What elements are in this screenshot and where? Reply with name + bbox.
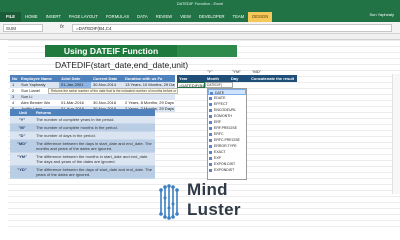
legend-header-unit: Unit <box>19 110 27 115</box>
employee-table-header: No Employee Name Joint Date Current Date… <box>10 75 175 82</box>
header-employee-name: Employee Name <box>21 76 52 81</box>
legend-description: The difference between the days in start… <box>36 141 152 151</box>
legend-row: "MD" The difference between the days in s… <box>10 140 155 153</box>
legend-unit: "YD" <box>17 167 27 172</box>
legend-unit: "MD" <box>16 141 27 146</box>
menu-item-data[interactable]: DATA <box>133 12 152 22</box>
vertical-scrollbar[interactable] <box>392 74 400 194</box>
header-month: Month <box>207 76 219 81</box>
legend-unit: "M" <box>18 125 26 130</box>
menu-item-review[interactable]: REVIEW <box>152 12 177 22</box>
legend-row: "D" The number of days in the period. <box>10 132 155 140</box>
header-joint-date: Joint Date <box>61 76 81 81</box>
window-title: DATEDIF Function - Excel <box>176 1 224 6</box>
unit-legend-table: Unit Returns "Y" The number of complete y… <box>10 109 155 179</box>
menu-item-file[interactable]: FILE <box>0 12 22 22</box>
legend-header: Unit Returns <box>10 109 155 116</box>
header-no: No <box>12 76 18 81</box>
menu-item-developer[interactable]: DEVELOPER <box>195 12 229 22</box>
legend-rows: "Y" The number of complete years in the p… <box>10 116 155 179</box>
legend-unit: "Y" <box>18 117 26 122</box>
legend-header-returns: Returns <box>36 110 52 115</box>
menu-item-team[interactable]: TEAM <box>229 12 249 22</box>
legend-unit: "YM" <box>17 154 27 159</box>
menu-item-insert[interactable]: INSERT <box>42 12 65 22</box>
formula-bar: SUM fx =DATEDIF(B4,C4 <box>0 22 400 34</box>
label-md: "MD" <box>252 69 262 74</box>
label-y: "Y" <box>207 69 213 74</box>
mind-luster-logo: Mind Luster <box>155 178 245 228</box>
function-autocomplete-list[interactable]: DATE EDATE EFFECT ENCODEURL EOMONTH ERF ERF.PR… <box>207 88 247 180</box>
header-duration: Duration with us Fo <box>125 76 163 81</box>
result-table-header: Year Month Day Concatenate the result <box>177 75 297 82</box>
fx-icon[interactable]: fx <box>60 24 64 30</box>
legend-row: "YD" The difference between the days of s… <box>10 166 155 179</box>
legend-row: "Y" The number of complete years in the p… <box>10 116 155 124</box>
brain-icon <box>159 184 179 220</box>
autocomplete-item[interactable]: EXPONDIST <box>208 167 246 173</box>
header-year: Year <box>179 76 188 81</box>
legend-description: The number of complete years in the peri… <box>36 117 115 122</box>
gridline <box>8 40 400 41</box>
active-cell[interactable]: =DATEDIF(B4,C4 <box>177 82 211 88</box>
label-ym: "YM" <box>232 69 241 74</box>
logo-text-mind: Mind <box>187 180 228 199</box>
gridline <box>8 58 400 59</box>
legend-description: The difference between the months in sta… <box>36 154 149 164</box>
header-day: Day <box>231 76 239 81</box>
menu-item-page-layout[interactable]: PAGE LAYOUT <box>65 12 102 22</box>
menu-item-design[interactable]: DESIGN <box>248 12 273 22</box>
header-concatenate: Concatenate the result <box>251 76 295 81</box>
logo-text-luster: Luster <box>187 200 241 219</box>
legend-description: The number of days in the period. <box>36 133 96 138</box>
legend-description: The number of complete months in the per… <box>36 125 118 130</box>
name-box[interactable]: SUM <box>3 24 43 32</box>
menu-item-view[interactable]: VIEW <box>176 12 195 22</box>
formula-input[interactable]: =DATEDIF(B4,C4 <box>72 24 392 32</box>
legend-row: "YM" The difference between the months in… <box>10 153 155 166</box>
gridline <box>8 70 400 71</box>
legend-row: "M" The number of complete months in the … <box>10 124 155 132</box>
syntax-title: DATEDIF(start_date,end_date,unit) <box>55 60 189 70</box>
header-current-date: Current Date <box>93 76 118 81</box>
banner-fill <box>177 45 237 57</box>
legend-description: The difference between the days of start… <box>36 167 152 177</box>
menu-item-home[interactable]: HOME <box>21 12 42 22</box>
menu-item-formulas[interactable]: FORMULAS <box>102 12 133 22</box>
legend-unit: "D" <box>18 133 26 138</box>
user-name[interactable]: Sun Yaphealy <box>369 12 394 17</box>
banner-title: Using DATEIF Function <box>45 45 177 57</box>
menu-bar: FILE HOME INSERT PAGE LAYOUT FORMULAS DATA REV… <box>0 12 273 22</box>
column-headers <box>0 34 400 40</box>
function-description-tooltip: Returns the serial number of the date th… <box>48 88 178 94</box>
